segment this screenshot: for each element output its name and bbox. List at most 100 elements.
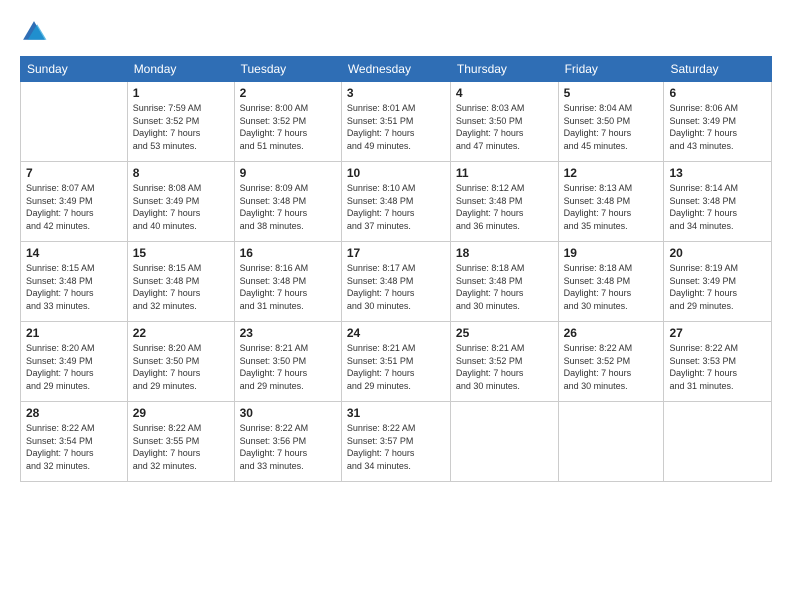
day-number: 12 (564, 166, 659, 180)
day-number: 22 (133, 326, 229, 340)
day-number: 11 (456, 166, 553, 180)
day-info: Sunrise: 8:21 AMSunset: 3:50 PMDaylight:… (240, 342, 336, 392)
calendar-cell-3-7: 20 Sunrise: 8:19 AMSunset: 3:49 PMDayligh… (664, 242, 772, 322)
week-row-1: 1 Sunrise: 7:59 AMSunset: 3:52 PMDaylight… (21, 82, 772, 162)
calendar-cell-5-6 (558, 402, 664, 482)
day-number: 25 (456, 326, 553, 340)
day-info: Sunrise: 8:01 AMSunset: 3:51 PMDaylight:… (347, 102, 445, 152)
day-number: 29 (133, 406, 229, 420)
day-info: Sunrise: 8:14 AMSunset: 3:48 PMDaylight:… (669, 182, 766, 232)
day-info: Sunrise: 8:22 AMSunset: 3:53 PMDaylight:… (669, 342, 766, 392)
day-number: 2 (240, 86, 336, 100)
day-info: Sunrise: 8:06 AMSunset: 3:49 PMDaylight:… (669, 102, 766, 152)
weekday-header-monday: Monday (127, 57, 234, 82)
day-number: 3 (347, 86, 445, 100)
weekday-header-wednesday: Wednesday (341, 57, 450, 82)
day-info: Sunrise: 8:08 AMSunset: 3:49 PMDaylight:… (133, 182, 229, 232)
weekday-header-sunday: Sunday (21, 57, 128, 82)
calendar-cell-4-5: 25Sunrise: 8:21 AMSunset: 3:52 PMDayligh… (450, 322, 558, 402)
day-info: Sunrise: 8:18 AMSunset: 3:48 PMDaylight:… (456, 262, 553, 312)
day-number: 18 (456, 246, 553, 260)
calendar-cell-3-1: 14 Sunrise: 8:15 AMSunset: 3:48 PMDayligh… (21, 242, 128, 322)
calendar-cell-5-1: 28 Sunrise: 8:22 AMSunset: 3:54 PMDayligh… (21, 402, 128, 482)
day-info: Sunrise: 8:03 AMSunset: 3:50 PMDaylight:… (456, 102, 553, 152)
day-info: Sunrise: 8:16 AMSunset: 3:48 PMDaylight:… (240, 262, 336, 312)
day-number: 8 (133, 166, 229, 180)
day-number: 17 (347, 246, 445, 260)
calendar-cell-2-4: 10 Sunrise: 8:10 AMSunset: 3:48 PMDayligh… (341, 162, 450, 242)
calendar-cell-1-5: 4Sunrise: 8:03 AMSunset: 3:50 PMDaylight… (450, 82, 558, 162)
calendar-cell-1-6: 5 Sunrise: 8:04 AMSunset: 3:50 PMDaylight… (558, 82, 664, 162)
day-info: Sunrise: 8:10 AMSunset: 3:48 PMDaylight:… (347, 182, 445, 232)
calendar-cell-4-6: 26Sunrise: 8:22 AMSunset: 3:52 PMDayligh… (558, 322, 664, 402)
day-number: 23 (240, 326, 336, 340)
week-row-3: 14 Sunrise: 8:15 AMSunset: 3:48 PMDayligh… (21, 242, 772, 322)
calendar-cell-5-7 (664, 402, 772, 482)
day-number: 27 (669, 326, 766, 340)
calendar-cell-5-4: 31Sunrise: 8:22 AMSunset: 3:57 PMDayligh… (341, 402, 450, 482)
day-info: Sunrise: 8:22 AMSunset: 3:54 PMDaylight:… (26, 422, 122, 472)
calendar-cell-4-7: 27 Sunrise: 8:22 AMSunset: 3:53 PMDayligh… (664, 322, 772, 402)
day-number: 26 (564, 326, 659, 340)
day-number: 19 (564, 246, 659, 260)
day-info: Sunrise: 8:21 AMSunset: 3:51 PMDaylight:… (347, 342, 445, 392)
calendar-cell-5-3: 30Sunrise: 8:22 AMSunset: 3:56 PMDayligh… (234, 402, 341, 482)
calendar-cell-1-2: 1 Sunrise: 7:59 AMSunset: 3:52 PMDaylight… (127, 82, 234, 162)
week-row-4: 21 Sunrise: 8:20 AMSunset: 3:49 PMDayligh… (21, 322, 772, 402)
day-info: Sunrise: 8:19 AMSunset: 3:49 PMDaylight:… (669, 262, 766, 312)
day-number: 16 (240, 246, 336, 260)
header (20, 18, 772, 46)
page: SundayMondayTuesdayWednesdayThursdayFrid… (0, 0, 792, 612)
day-info: Sunrise: 8:20 AMSunset: 3:50 PMDaylight:… (133, 342, 229, 392)
day-number: 6 (669, 86, 766, 100)
weekday-header-tuesday: Tuesday (234, 57, 341, 82)
day-info: Sunrise: 8:00 AMSunset: 3:52 PMDaylight:… (240, 102, 336, 152)
day-number: 10 (347, 166, 445, 180)
calendar-cell-1-7: 6 Sunrise: 8:06 AMSunset: 3:49 PMDaylight… (664, 82, 772, 162)
day-number: 13 (669, 166, 766, 180)
calendar-cell-2-5: 11 Sunrise: 8:12 AMSunset: 3:48 PMDayligh… (450, 162, 558, 242)
calendar-cell-4-2: 22 Sunrise: 8:20 AMSunset: 3:50 PMDayligh… (127, 322, 234, 402)
day-info: Sunrise: 8:22 AMSunset: 3:57 PMDaylight:… (347, 422, 445, 472)
logo (20, 18, 52, 46)
day-info: Sunrise: 8:22 AMSunset: 3:56 PMDaylight:… (240, 422, 336, 472)
day-number: 20 (669, 246, 766, 260)
week-row-5: 28 Sunrise: 8:22 AMSunset: 3:54 PMDayligh… (21, 402, 772, 482)
day-number: 5 (564, 86, 659, 100)
weekday-header-row: SundayMondayTuesdayWednesdayThursdayFrid… (21, 57, 772, 82)
day-number: 14 (26, 246, 122, 260)
day-info: Sunrise: 8:18 AMSunset: 3:48 PMDaylight:… (564, 262, 659, 312)
calendar-cell-3-4: 17 Sunrise: 8:17 AMSunset: 3:48 PMDayligh… (341, 242, 450, 322)
day-number: 24 (347, 326, 445, 340)
calendar-cell-3-6: 19 Sunrise: 8:18 AMSunset: 3:48 PMDayligh… (558, 242, 664, 322)
week-row-2: 7Sunrise: 8:07 AMSunset: 3:49 PMDaylight… (21, 162, 772, 242)
day-info: Sunrise: 8:04 AMSunset: 3:50 PMDaylight:… (564, 102, 659, 152)
calendar-cell-2-7: 13 Sunrise: 8:14 AMSunset: 3:48 PMDayligh… (664, 162, 772, 242)
day-number: 28 (26, 406, 122, 420)
day-info: Sunrise: 8:15 AMSunset: 3:48 PMDaylight:… (26, 262, 122, 312)
day-info: Sunrise: 8:17 AMSunset: 3:48 PMDaylight:… (347, 262, 445, 312)
day-info: Sunrise: 8:09 AMSunset: 3:48 PMDaylight:… (240, 182, 336, 232)
calendar-cell-3-3: 16 Sunrise: 8:16 AMSunset: 3:48 PMDayligh… (234, 242, 341, 322)
day-number: 21 (26, 326, 122, 340)
calendar-cell-4-4: 24 Sunrise: 8:21 AMSunset: 3:51 PMDayligh… (341, 322, 450, 402)
calendar-table: SundayMondayTuesdayWednesdayThursdayFrid… (20, 56, 772, 482)
day-number: 9 (240, 166, 336, 180)
weekday-header-saturday: Saturday (664, 57, 772, 82)
day-info: Sunrise: 7:59 AMSunset: 3:52 PMDaylight:… (133, 102, 229, 152)
day-info: Sunrise: 8:20 AMSunset: 3:49 PMDaylight:… (26, 342, 122, 392)
day-number: 15 (133, 246, 229, 260)
day-number: 1 (133, 86, 229, 100)
calendar-cell-2-6: 12Sunrise: 8:13 AMSunset: 3:48 PMDayligh… (558, 162, 664, 242)
weekday-header-thursday: Thursday (450, 57, 558, 82)
day-info: Sunrise: 8:12 AMSunset: 3:48 PMDaylight:… (456, 182, 553, 232)
calendar-cell-2-1: 7Sunrise: 8:07 AMSunset: 3:49 PMDaylight… (21, 162, 128, 242)
calendar-cell-2-3: 9 Sunrise: 8:09 AMSunset: 3:48 PMDaylight… (234, 162, 341, 242)
logo-icon (20, 18, 48, 46)
calendar-cell-5-2: 29 Sunrise: 8:22 AMSunset: 3:55 PMDayligh… (127, 402, 234, 482)
calendar-cell-1-3: 2 Sunrise: 8:00 AMSunset: 3:52 PMDaylight… (234, 82, 341, 162)
day-info: Sunrise: 8:22 AMSunset: 3:55 PMDaylight:… (133, 422, 229, 472)
calendar-cell-2-2: 8 Sunrise: 8:08 AMSunset: 3:49 PMDaylight… (127, 162, 234, 242)
calendar-cell-1-1 (21, 82, 128, 162)
calendar-cell-5-5 (450, 402, 558, 482)
